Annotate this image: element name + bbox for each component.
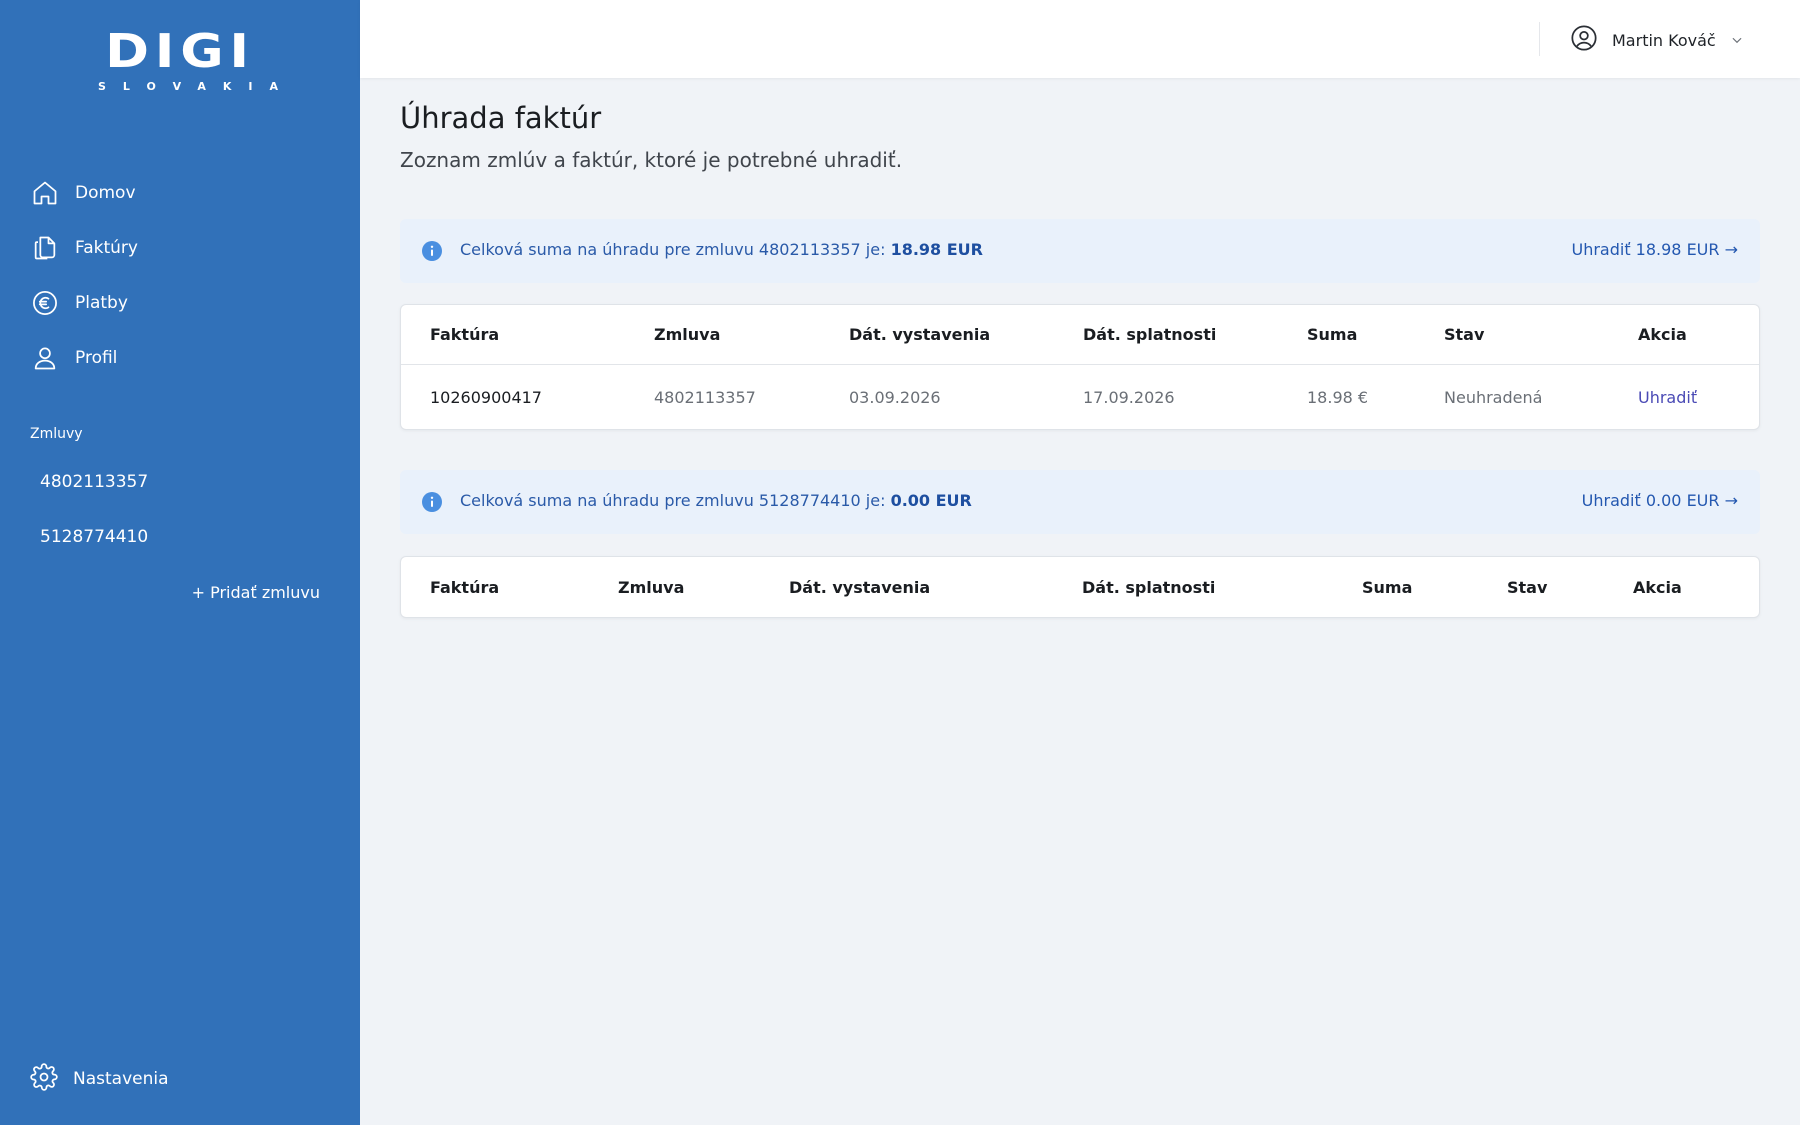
home-icon: [30, 178, 60, 208]
info-icon: [422, 492, 442, 512]
column-header: Dát. vystavenia: [789, 577, 931, 597]
settings-label: Nastavenia: [73, 1069, 169, 1089]
contracts-section-title: Zmluvy: [30, 426, 83, 442]
invoice-table: Faktúra Zmluva Dát. vystavenia Dát. spla…: [400, 304, 1760, 430]
nav-label: Profil: [75, 348, 118, 368]
column-header: Dát. splatnosti: [1083, 325, 1217, 344]
column-header: Dát. splatnosti: [1082, 577, 1216, 597]
add-contract-button[interactable]: + Pridať zmluvu: [192, 583, 320, 602]
logo-wordmark: DIGI: [105, 24, 255, 78]
nav-item-settings[interactable]: Nastavenia: [30, 1059, 169, 1099]
sidebar-contract-5128774410[interactable]: 5128774410: [40, 527, 148, 547]
notice-amount: 18.98 EUR: [890, 240, 983, 259]
table-header: Faktúra Zmluva Dát. vystavenia Dát. spla…: [401, 305, 1759, 365]
pay-total-link[interactable]: Uhradiť 18.98 EUR →: [1571, 240, 1738, 259]
pay-invoice-link[interactable]: Uhradiť: [1638, 365, 1697, 429]
euro-icon: [30, 288, 60, 318]
column-header: Zmluva: [654, 325, 721, 344]
invoice-table: Faktúra Zmluva Dát. vystavenia Dát. spla…: [400, 556, 1760, 618]
column-header: Stav: [1507, 577, 1548, 597]
payment-notice: Celková suma na úhradu pre zmluvu 480211…: [400, 219, 1760, 283]
nav-item-faktury[interactable]: Faktúry: [30, 228, 138, 268]
digi-logo[interactable]: DIGI SLOVAKIA: [84, 28, 296, 94]
nav-item-domov[interactable]: Domov: [30, 173, 136, 213]
contract-number: 4802113357: [654, 387, 756, 407]
nav-label: Faktúry: [75, 238, 138, 258]
column-header: Suma: [1362, 577, 1413, 597]
column-header: Akcia: [1633, 577, 1682, 597]
table-header: Faktúra Zmluva Dát. vystavenia Dát. spla…: [401, 557, 1759, 617]
payment-notice: Celková suma na úhradu pre zmluvu 512877…: [400, 470, 1760, 534]
notice-text: Celková suma na úhradu pre zmluvu 512877…: [460, 491, 972, 510]
user-icon: [30, 343, 60, 373]
notice-text: Celková suma na úhradu pre zmluvu 480211…: [460, 240, 983, 259]
documents-icon: [30, 233, 60, 263]
logo-country: SLOVAKIA: [98, 80, 296, 93]
chevron-down-icon: [1730, 33, 1744, 47]
column-header: Faktúra: [430, 577, 500, 597]
gear-icon: [30, 1063, 58, 1095]
status-text: Neuhradená: [1444, 387, 1543, 407]
page-subtitle: Zoznam zmlúv a faktúr, ktoré je potrebné…: [400, 148, 903, 172]
nav-label: Platby: [75, 293, 128, 313]
due-date: 17.09.2026: [1083, 387, 1175, 407]
pay-total-link[interactable]: Uhradiť 0.00 EUR →: [1582, 491, 1738, 510]
sidebar-contract-4802113357[interactable]: 4802113357: [40, 472, 148, 492]
column-header: Stav: [1444, 325, 1485, 344]
issue-date: 03.09.2026: [849, 387, 941, 407]
column-header: Dát. vystavenia: [849, 325, 991, 344]
invoice-amount: 18.98 €: [1307, 387, 1369, 407]
user-circle-icon: [1570, 24, 1598, 56]
page-title: Úhrada faktúr: [400, 101, 602, 135]
table-row: 10260900417 4802113357 03.09.2026 17.09.…: [401, 365, 1759, 429]
topbar-divider: [1539, 22, 1540, 56]
nav-item-profil[interactable]: Profil: [30, 338, 117, 378]
invoice-number: 10260900417: [430, 387, 542, 407]
user-name: Martin Kováč: [1612, 30, 1716, 50]
nav-label: Domov: [75, 183, 136, 203]
notice-amount: 0.00 EUR: [890, 491, 972, 510]
column-header: Faktúra: [430, 325, 500, 344]
column-header: Suma: [1307, 325, 1358, 344]
column-header: Akcia: [1638, 325, 1687, 344]
sidebar: DIGI SLOVAKIA Domov Faktúry Platby Profi…: [0, 0, 360, 1125]
nav-item-platby[interactable]: Platby: [30, 283, 128, 323]
user-menu[interactable]: Martin Kováč: [1570, 24, 1744, 56]
info-icon: [422, 241, 442, 261]
column-header: Zmluva: [618, 577, 685, 597]
